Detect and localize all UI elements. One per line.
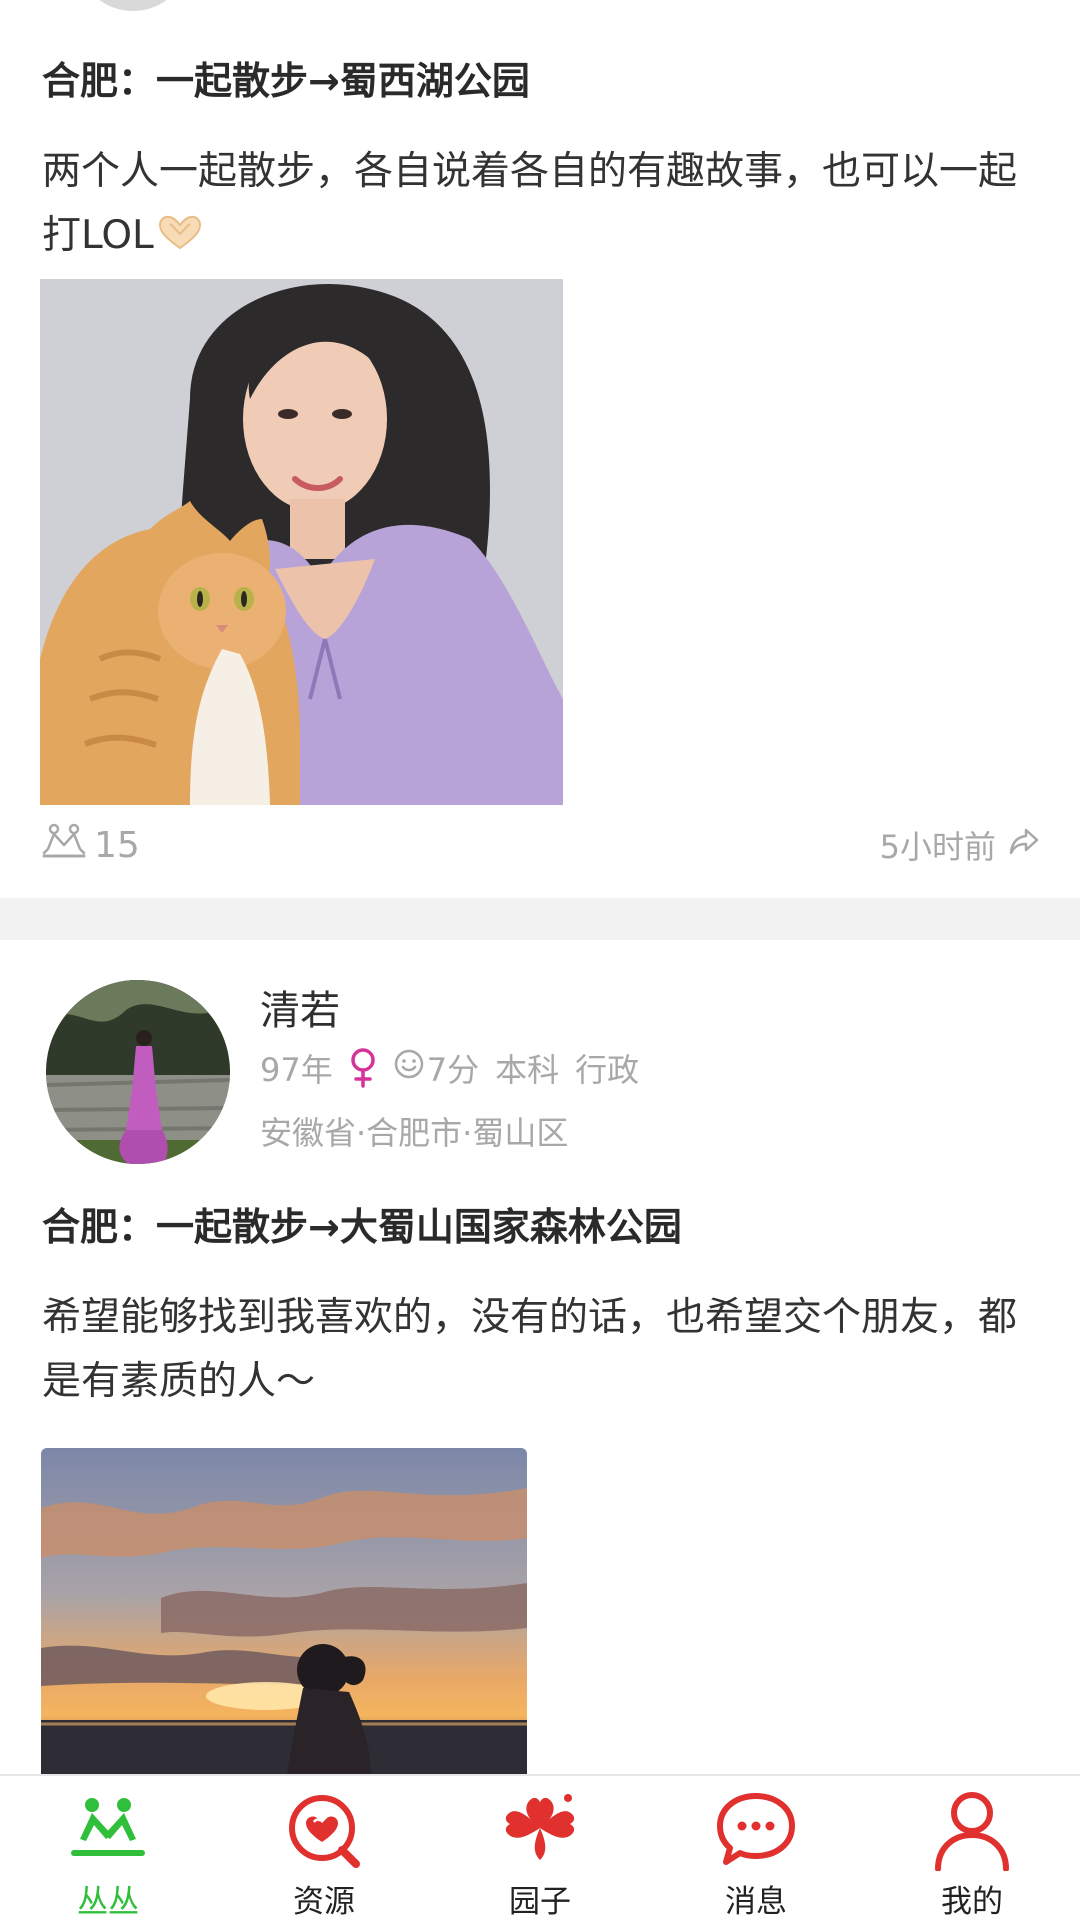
partner-count[interactable]: 15 (42, 820, 140, 870)
post-body-container[interactable]: 两个人一起散步，各自说着各自的有趣故事，也可以一起打LOL (42, 140, 1042, 272)
post-time: 5小时前 (879, 828, 996, 866)
post-title[interactable]: 合肥：一起散步→大蜀山国家森林公园 (42, 1196, 682, 1251)
clover-icon (495, 1790, 585, 1870)
feed-list[interactable]: 合肥：一起散步→蜀西湖公园 两个人一起散步，各自说着各自的有趣故事，也可以一起打… (0, 0, 1080, 1774)
post-photo[interactable] (40, 279, 563, 805)
female-icon (349, 1048, 377, 1088)
share-icon[interactable] (1008, 826, 1040, 864)
previous-user-avatar[interactable] (78, 0, 188, 11)
tab-label: 资源 (293, 1884, 355, 1920)
score-value: 7分 (426, 1051, 480, 1089)
partners-icon (42, 823, 86, 868)
tab-label: 园子 (509, 1884, 571, 1920)
post-title[interactable]: 合肥：一起散步→蜀西湖公园 (42, 50, 530, 105)
message-bubble-icon (711, 1790, 801, 1870)
user-location: 安徽省·合肥市·蜀山区 (260, 1114, 569, 1152)
birth-year: 97年 (260, 1051, 333, 1089)
user-avatar[interactable] (46, 980, 230, 1164)
job: 行政 (575, 1051, 640, 1089)
user-name[interactable]: 清若 (260, 978, 340, 1036)
tab-resources[interactable]: 资源 (216, 1776, 432, 1920)
user-tags: 97年 7分 本科 行政 (260, 1044, 639, 1092)
post-body-text[interactable]: 希望能够找到我喜欢的，没有的话，也希望交个朋友，都是有素质的人～ (42, 1286, 1052, 1414)
bottom-tab-bar: 丛丛 资源 园子 消息 我的 (0, 1774, 1080, 1920)
post-meta-row: 15 5小时前 (42, 820, 1040, 870)
congcong-icon (63, 1790, 153, 1870)
partner-count-value: 15 (94, 824, 140, 866)
tab-messages[interactable]: 消息 (648, 1776, 864, 1920)
tab-label: 丛丛 (77, 1884, 139, 1920)
score-tag: 7分 (393, 1045, 479, 1091)
tab-label: 消息 (725, 1884, 787, 1920)
resource-heart-search-icon (279, 1790, 369, 1870)
tab-garden[interactable]: 园子 (432, 1776, 648, 1920)
user-icon (927, 1790, 1017, 1871)
tab-label: 我的 (941, 1884, 1003, 1920)
post-time-share[interactable]: 5小时前 (880, 820, 1040, 870)
tab-congcong[interactable]: 丛丛 (0, 1776, 216, 1920)
post-photo[interactable] (41, 1448, 527, 1774)
smile-icon (393, 1048, 425, 1088)
tab-mine[interactable]: 我的 (864, 1776, 1080, 1920)
education: 本科 (495, 1051, 560, 1089)
heart-hands-icon (156, 208, 204, 272)
post-divider (0, 898, 1080, 940)
